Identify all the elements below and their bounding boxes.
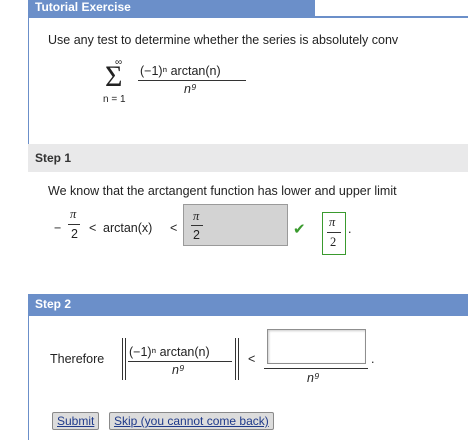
lower-two: 2 [71, 227, 78, 241]
step2-lt-sign: < [248, 352, 256, 366]
neg-sign: − [54, 221, 62, 235]
step2-frame-left [28, 294, 29, 440]
header-rule [28, 16, 468, 18]
step2-period: . [371, 352, 375, 366]
answer-input[interactable] [267, 329, 366, 364]
series-numerator: (−1)ⁿ arctan(n) [140, 64, 221, 78]
step2-rhs-fraction-line [264, 368, 368, 369]
sum-lower-limit: n = 1 [103, 94, 126, 105]
abs-bar-left [122, 338, 123, 380]
step1-header: Step 1 [28, 144, 468, 172]
series-denominator: n⁹ [184, 82, 197, 96]
sigma-symbol: Σ [105, 60, 123, 93]
series-fraction-line [138, 80, 246, 81]
step2-fraction-line [128, 361, 232, 362]
tutorial-title: Tutorial Exercise [35, 0, 131, 14]
answer-pi: π [193, 209, 200, 223]
hint-two: 2 [330, 235, 337, 249]
step1-period: . [348, 222, 352, 236]
hint-box: π 2 [322, 212, 346, 255]
step1-text: We know that the arctangent function has… [48, 184, 397, 198]
answer-two: 2 [193, 228, 200, 242]
hint-pi: π [329, 215, 336, 229]
step2-title: Step 2 [35, 297, 72, 311]
problem-frame-left [28, 16, 29, 144]
arctan-x: arctan(x) [103, 221, 153, 235]
problem-instruction: Use any test to determine whether the se… [48, 33, 399, 47]
step2-rhs-denominator: n⁹ [307, 371, 320, 385]
lower-fraction-line [68, 224, 80, 225]
hint-fraction-line [327, 232, 341, 233]
answer-field-upper[interactable]: π 2 [183, 204, 288, 246]
step2-header: Step 2 [28, 294, 468, 316]
abs-bar-right-2 [238, 338, 239, 380]
step2-numerator: (−1)ⁿ arctan(n) [129, 345, 210, 359]
abs-bar-right [235, 338, 236, 380]
step2-denominator: n⁹ [172, 363, 185, 377]
abs-bar-left-2 [125, 338, 126, 380]
submit-button[interactable]: Submit [52, 412, 100, 430]
skip-button[interactable]: Skip (you cannot come back) [109, 412, 274, 430]
lt-sign-2: < [170, 221, 178, 235]
lt-sign-1: < [89, 221, 97, 235]
answer-fraction-line [191, 225, 203, 226]
step1-title: Step 1 [35, 151, 72, 165]
lower-pi: π [70, 207, 77, 221]
therefore-label: Therefore [50, 352, 105, 366]
check-icon: ✔ [293, 220, 306, 238]
